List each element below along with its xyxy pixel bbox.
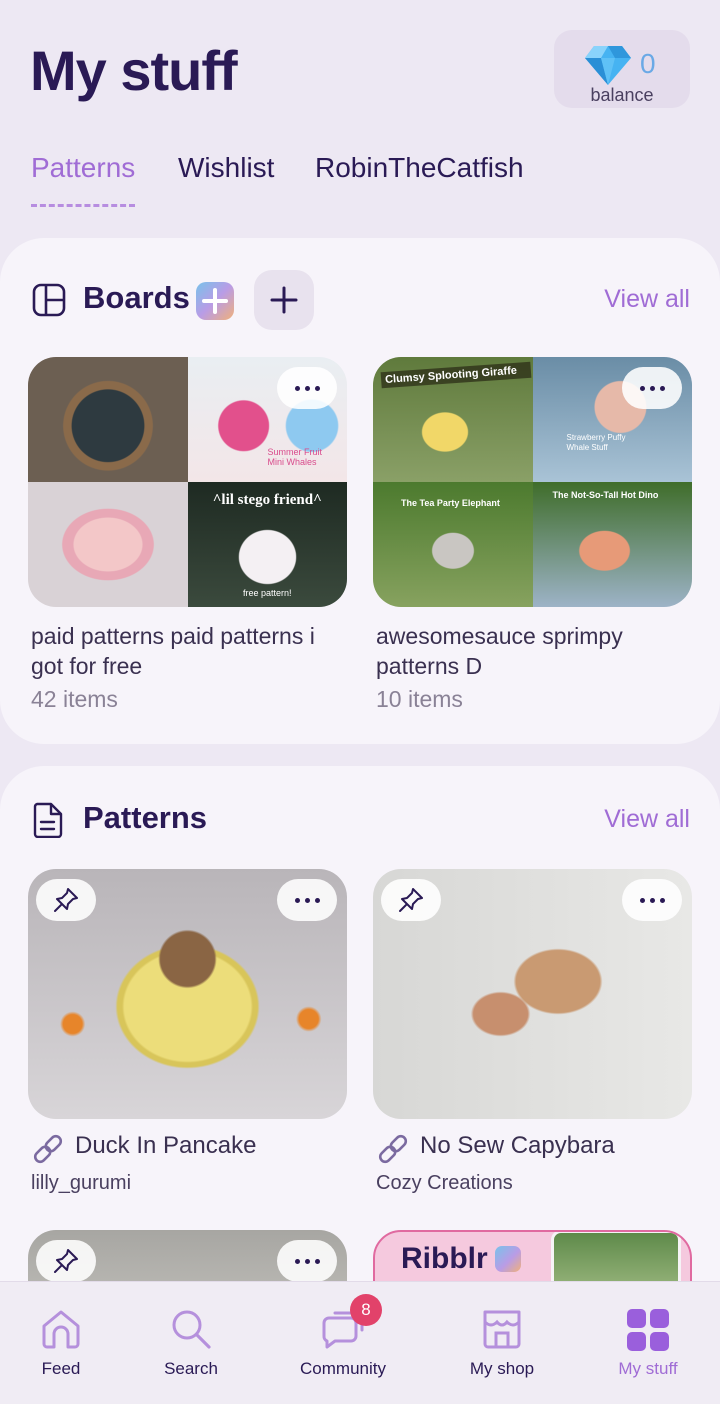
tab-wishlist[interactable]: Wishlist	[178, 152, 274, 184]
board-name[interactable]: paid patterns paid patterns i got for fr…	[31, 621, 351, 681]
pin-icon	[399, 888, 423, 912]
nav-feed[interactable]: Feed	[20, 1282, 102, 1404]
pin-button[interactable]	[36, 879, 96, 921]
board-more-button[interactable]	[277, 367, 337, 409]
balance-label: balance	[590, 85, 654, 105]
storefront-icon	[483, 1310, 521, 1349]
patterns-header: Patterns	[32, 790, 432, 850]
thumbnail-image	[28, 357, 188, 482]
search-icon	[172, 1310, 211, 1349]
board-item-count: 10 items	[376, 686, 463, 712]
balance-value: 0	[640, 48, 656, 79]
nav-community[interactable]: 8 Community	[288, 1282, 398, 1404]
diamond-icon	[585, 46, 631, 85]
pattern-author[interactable]: lilly_gurumi	[31, 1172, 131, 1195]
thumbnail-image: The Not-So-Tall Hot Dino	[532, 482, 692, 607]
pattern-thumbnail[interactable]	[373, 869, 692, 1119]
thumbnail-caption: ^lil stego friend^	[212, 492, 322, 508]
thumbnail-image: The Tea Party Elephant	[373, 482, 533, 607]
document-icon	[33, 802, 63, 838]
nav-label: Search	[164, 1359, 218, 1378]
board-more-button[interactable]	[622, 367, 682, 409]
bottom-navigation: Feed Search 8 Community My shop My stuff	[0, 1281, 720, 1404]
nav-my-shop[interactable]: My shop	[456, 1282, 548, 1404]
thumbnail-caption: Strawberry Puffy Whale Stuff	[566, 433, 626, 452]
add-board-button[interactable]	[254, 270, 314, 330]
nav-search[interactable]: Search	[150, 1282, 232, 1404]
link-icon	[33, 1134, 63, 1164]
nav-label: Community	[300, 1359, 386, 1378]
page-title: My stuff	[30, 39, 238, 102]
tab-robinthecatfish[interactable]: RobinTheCatfish	[315, 152, 524, 184]
thumbnail-caption: The Tea Party Elephant	[401, 498, 500, 508]
pattern-thumbnail[interactable]	[28, 869, 347, 1119]
tab-patterns[interactable]: Patterns	[31, 152, 136, 207]
thumbnail-image: Clumsy Splooting Giraffe	[373, 357, 533, 482]
nav-label: My stuff	[618, 1359, 678, 1378]
home-icon	[42, 1310, 80, 1349]
thumbnail-caption: The Not-So-Tall Hot Dino	[552, 490, 659, 500]
nav-my-stuff[interactable]: My stuff	[602, 1282, 694, 1404]
link-icon	[378, 1134, 408, 1164]
board-thumbnail[interactable]: Clumsy Splooting Giraffe Strawberry Puff…	[373, 357, 692, 607]
ribblr-logo: Ribblr	[401, 1242, 488, 1275]
ribblr-plus-icon	[495, 1246, 521, 1272]
thumbnail-caption: free pattern!	[242, 588, 292, 598]
plus-icon	[270, 286, 298, 314]
pin-icon	[54, 888, 78, 912]
nav-label: My shop	[469, 1359, 535, 1378]
boards-section: Boards View all Summer Fruit Mini Whales…	[0, 238, 720, 744]
boards-title: Boards	[83, 280, 190, 315]
header: My stuff 0 balance Patterns Wishlist Rob…	[0, 0, 720, 238]
pin-icon	[54, 1249, 78, 1273]
pattern-more-button[interactable]	[277, 879, 337, 921]
nav-label: Feed	[41, 1359, 81, 1378]
patterns-title: Patterns	[83, 800, 208, 835]
thumbnail-caption: Clumsy Splooting Giraffe	[380, 361, 532, 389]
board-layout-icon	[32, 283, 66, 317]
notification-badge: 8	[350, 1294, 382, 1326]
pin-button[interactable]	[36, 1240, 96, 1282]
boards-header: Boards	[32, 270, 692, 330]
pattern-author[interactable]: Cozy Creations	[376, 1172, 513, 1195]
plus-badge-icon	[196, 282, 234, 320]
thumbnail-caption: Summer Fruit Mini Whales	[267, 447, 323, 467]
balance-widget[interactable]: 0 balance	[554, 30, 690, 108]
pattern-more-button[interactable]	[277, 1240, 337, 1282]
thumbnail-image: ^lil stego friend^ free pattern!	[187, 482, 347, 607]
pin-button[interactable]	[381, 879, 441, 921]
grid-icon	[627, 1309, 669, 1351]
patterns-view-all-link[interactable]: View all	[604, 805, 690, 834]
board-thumbnail[interactable]: Summer Fruit Mini Whales ^lil stego frie…	[28, 357, 347, 607]
boards-view-all-link[interactable]: View all	[604, 285, 690, 314]
pattern-more-button[interactable]	[622, 879, 682, 921]
board-item-count: 42 items	[31, 686, 118, 712]
thumbnail-image	[28, 482, 188, 607]
patterns-section: Patterns View all Duck In Pancake lilly_…	[0, 766, 720, 1350]
board-name[interactable]: awesomesauce sprimpy patterns D	[376, 621, 696, 681]
